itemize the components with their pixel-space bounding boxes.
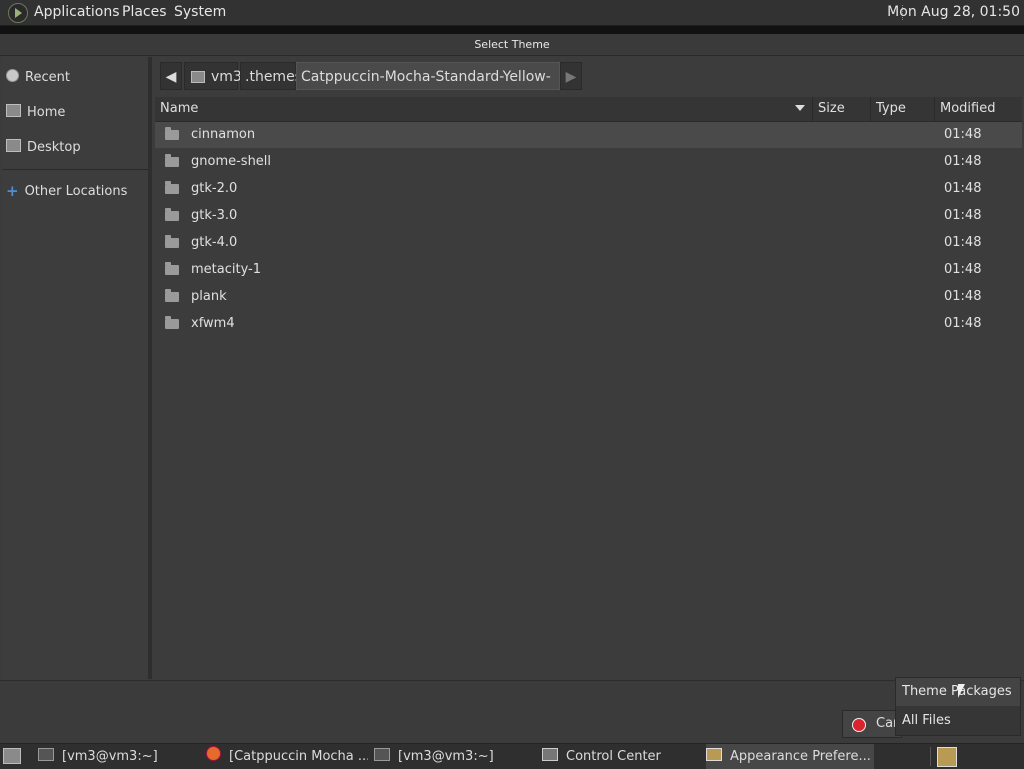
column-modified[interactable]: Modified	[934, 97, 1022, 121]
file-name: xfwm4	[191, 316, 235, 331]
file-row[interactable]: cinnamon 01:48	[155, 122, 1022, 148]
clock-icon	[6, 69, 19, 82]
column-header: Name Size Type Modified	[155, 97, 1022, 122]
file-name: gtk-2.0	[191, 181, 238, 196]
file-modified: 01:48	[944, 154, 982, 169]
taskbar-item-appearance[interactable]: Appearance Prefere...	[706, 744, 874, 769]
column-label: Modified	[940, 101, 996, 116]
column-name[interactable]: Name	[155, 97, 812, 121]
terminal-icon	[374, 748, 390, 761]
taskbar-item-terminal[interactable]: [vm3@vm3:~]	[38, 744, 198, 769]
task-label: Control Center	[566, 749, 661, 764]
appearance-tray-icon[interactable]	[937, 747, 957, 767]
home-icon	[191, 71, 205, 83]
taskbar-item-firefox[interactable]: [Catppuccin Mocha ...	[206, 744, 368, 769]
top-panel: Applications Places System Mon Aug 28, 0…	[0, 0, 1024, 26]
clock[interactable]: Mon Aug 28, 01:50	[887, 4, 1020, 20]
taskbar-item-control-center[interactable]: Control Center	[542, 744, 702, 769]
file-name: cinnamon	[191, 127, 256, 142]
task-label: [vm3@vm3:~]	[398, 749, 494, 764]
places-sidebar: Recent Home Desktop + Other Locations	[2, 57, 152, 679]
desktop-icon	[6, 139, 21, 152]
file-name: plank	[191, 289, 227, 304]
path-crumb-home[interactable]: vm3	[184, 62, 242, 90]
places-menu[interactable]: Places	[122, 4, 167, 20]
file-modified: 01:48	[944, 208, 982, 223]
file-modified: 01:48	[944, 181, 982, 196]
sidebar-item-home[interactable]: Home	[6, 104, 65, 126]
sidebar-item-label: Desktop	[27, 140, 81, 155]
folder-icon	[165, 262, 179, 275]
file-modified: 01:48	[944, 127, 982, 142]
file-modified: 01:48	[944, 289, 982, 304]
folder-icon	[165, 316, 179, 329]
folder-icon	[165, 181, 179, 194]
file-row[interactable]: gnome-shell 01:48	[155, 149, 1022, 175]
taskbar-item-terminal-2[interactable]: [vm3@vm3:~]	[374, 744, 534, 769]
folder-icon	[165, 208, 179, 221]
stop-icon	[852, 718, 866, 732]
folder-icon	[165, 289, 179, 302]
folder-icon	[165, 154, 179, 167]
column-type[interactable]: Type	[870, 97, 934, 121]
sort-descending-icon	[795, 105, 805, 111]
sidebar-item-other-locations[interactable]: + Other Locations	[6, 182, 127, 204]
dialog-title: Select Theme	[0, 34, 1024, 56]
system-menu[interactable]: System	[174, 4, 226, 20]
mouse-cursor-icon	[958, 684, 969, 698]
file-name: gtk-3.0	[191, 208, 238, 223]
column-size[interactable]: Size	[812, 97, 870, 121]
file-name: metacity-1	[191, 262, 262, 277]
file-row[interactable]: xfwm4 01:48	[155, 311, 1022, 337]
task-label: [vm3@vm3:~]	[62, 749, 158, 764]
column-label: Type	[876, 101, 906, 116]
task-label: [Catppuccin Mocha ...	[229, 749, 368, 764]
crumb-label: vm3	[211, 69, 242, 85]
applications-menu[interactable]: Applications	[34, 4, 120, 20]
folder-icon	[165, 235, 179, 248]
filter-option-all-files[interactable]: All Files	[896, 707, 1020, 735]
file-list[interactable]: Name Size Type Modified cinnamon 01:48 g…	[155, 97, 1022, 680]
file-modified: 01:48	[944, 235, 982, 250]
sidebar-item-label: Home	[27, 105, 66, 120]
sidebar-separator	[2, 169, 148, 170]
firefox-icon	[206, 746, 221, 761]
path-forward-button[interactable]: ▶	[560, 62, 582, 90]
terminal-icon	[38, 748, 54, 761]
path-crumb-current[interactable]: Catppuccin-Mocha-Standard-Yellow-Dark	[296, 62, 560, 113]
home-icon	[6, 104, 21, 117]
plus-icon: +	[6, 182, 19, 200]
task-label: Appearance Prefere...	[730, 749, 871, 764]
sidebar-item-label: Recent	[25, 70, 70, 85]
distro-logo-icon[interactable]	[8, 3, 28, 23]
appearance-icon	[706, 748, 722, 761]
column-label: Size	[818, 101, 845, 116]
taskbar-separator	[930, 747, 931, 766]
file-name: gnome-shell	[191, 154, 272, 169]
sidebar-item-label: Other Locations	[24, 184, 128, 199]
cancel-button[interactable]: Car	[842, 710, 902, 738]
sidebar-item-recent[interactable]: Recent	[6, 69, 70, 91]
file-row[interactable]: gtk-2.0 01:48	[155, 176, 1022, 202]
window-shadow	[0, 26, 1024, 34]
file-modified: 01:48	[944, 316, 982, 331]
taskbar: [vm3@vm3:~] [Catppuccin Mocha ... [vm3@v…	[0, 743, 1024, 769]
column-label: Name	[160, 101, 199, 116]
path-back-button[interactable]: ◀	[160, 62, 182, 90]
folder-icon	[165, 127, 179, 140]
file-row[interactable]: metacity-1 01:48	[155, 257, 1022, 283]
sidebar-item-desktop[interactable]: Desktop	[6, 139, 81, 161]
file-name: gtk-4.0	[191, 235, 238, 250]
file-row[interactable]: gtk-3.0 01:48	[155, 203, 1022, 229]
file-row[interactable]: gtk-4.0 01:48	[155, 230, 1022, 256]
control-center-icon	[542, 748, 558, 761]
file-row[interactable]: plank 01:48	[155, 284, 1022, 310]
path-crumb-themes[interactable]: .themes	[240, 62, 302, 90]
show-desktop-icon[interactable]	[3, 748, 21, 764]
file-modified: 01:48	[944, 262, 982, 277]
